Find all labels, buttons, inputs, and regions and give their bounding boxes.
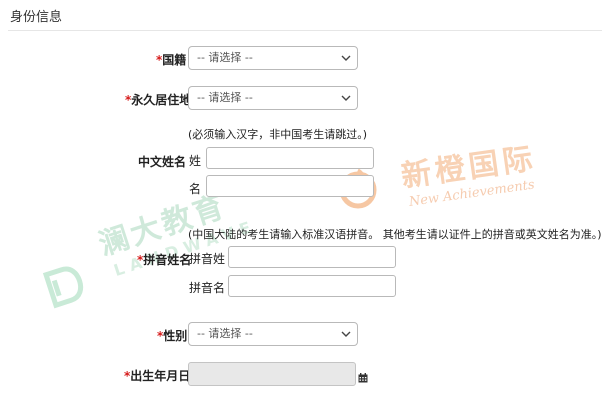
section-title: 身份信息	[10, 10, 63, 25]
pinyin-surname-label: 拼音姓	[189, 252, 226, 266]
residence-label: *永久居住地	[125, 93, 192, 107]
residence-select[interactable]: -- 请选择 --	[188, 86, 358, 110]
section-divider	[8, 30, 602, 31]
chinese-surname-label: 姓	[189, 154, 202, 168]
chinese-name-note: (必须输入汉字，非中国考生请跳过。)	[188, 128, 368, 141]
chevron-down-icon	[340, 47, 352, 69]
gender-label: *性别	[157, 329, 188, 343]
watermark-left-logo	[37, 259, 91, 314]
identity-form-page: 身份信息 澜大教育 LANDWAVE 新橙国际 New Achievements…	[0, 0, 602, 399]
birthdate-input	[188, 362, 356, 386]
birthdate-label: *出生年月日	[124, 369, 191, 383]
pinyin-name-note: (中国大陆的考生请输入标准汉语拼音。 其他考生请以证件上的拼音或英文姓名为准。)	[188, 228, 602, 241]
nationality-label: *国籍	[156, 53, 187, 67]
pinyin-name-label: *拼音姓名	[137, 253, 192, 267]
watermark-right-cn: 新橙国际	[399, 140, 539, 195]
gender-select[interactable]: -- 请选择 --	[188, 322, 358, 346]
pinyin-given-label: 拼音名	[189, 281, 226, 295]
calendar-icon[interactable]	[358, 368, 368, 383]
nationality-select-value: -- 请选择 --	[197, 51, 253, 64]
residence-select-value: -- 请选择 --	[197, 91, 253, 104]
watermark-right-en: New Achievements	[408, 177, 536, 210]
chinese-surname-input[interactable]	[206, 147, 374, 169]
chinese-given-input[interactable]	[206, 175, 374, 197]
nationality-select[interactable]: -- 请选择 --	[188, 46, 358, 70]
chevron-down-icon	[340, 87, 352, 109]
pinyin-given-input[interactable]	[228, 275, 396, 297]
gender-select-value: -- 请选择 --	[197, 327, 253, 340]
pinyin-surname-input[interactable]	[228, 246, 396, 268]
chevron-down-icon	[340, 323, 352, 345]
chinese-name-label: 中文姓名	[138, 155, 187, 169]
chinese-given-label: 名	[189, 182, 202, 196]
